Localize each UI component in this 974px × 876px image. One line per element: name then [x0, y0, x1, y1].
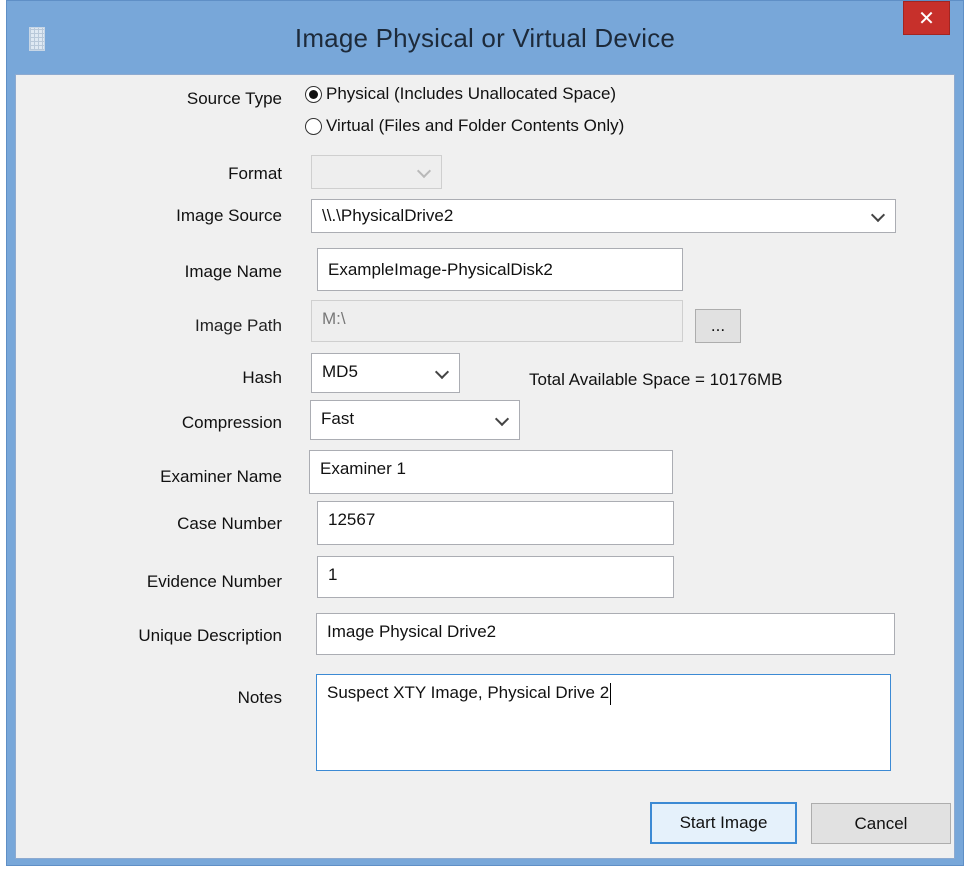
image-name-label: Image Name [184, 262, 282, 281]
notes-value: Suspect XTY Image, Physical Drive 2 [327, 683, 610, 702]
unique-description-input[interactable]: Image Physical Drive2 [316, 613, 895, 655]
image-name-value: ExampleImage-PhysicalDisk2 [328, 259, 553, 279]
dialog-body: Source Type Physical (Includes Unallocat… [15, 74, 955, 859]
browse-button[interactable]: ... [695, 309, 741, 343]
image-path-input[interactable]: M:\ [311, 300, 683, 342]
chevron-down-icon [494, 411, 510, 427]
cancel-label: Cancel [854, 813, 908, 833]
format-label: Format [228, 164, 282, 183]
cancel-button[interactable]: Cancel [811, 803, 951, 844]
chevron-down-icon [434, 364, 450, 380]
format-select[interactable] [311, 155, 442, 189]
image-source-label: Image Source [176, 206, 282, 225]
start-image-label: Start Image [679, 813, 768, 832]
image-path-label: Image Path [195, 316, 282, 335]
hash-value: MD5 [322, 362, 358, 381]
image-source-select[interactable]: \\.\PhysicalDrive2 [311, 199, 896, 233]
window-title: Image Physical or Virtual Device [294, 23, 676, 53]
radio-physical-icon[interactable] [305, 85, 322, 103]
radio-physical[interactable]: Physical (Includes Unallocated Space) [305, 84, 616, 104]
unique-description-value: Image Physical Drive2 [327, 622, 497, 641]
notes-label: Notes [237, 688, 282, 707]
case-number-label: Case Number [177, 514, 282, 533]
browse-button-label: ... [710, 316, 726, 335]
compression-select[interactable]: Fast [310, 400, 520, 440]
compression-label: Compression [181, 413, 282, 432]
close-icon: ✕ [918, 7, 935, 30]
case-number-input[interactable]: 12567 [317, 501, 674, 545]
radio-virtual-label: Virtual (Files and Folder Contents Only) [326, 116, 625, 135]
examiner-name-input[interactable]: Examiner 1 [309, 450, 673, 494]
image-source-value: \\.\PhysicalDrive2 [322, 206, 454, 225]
start-image-button[interactable]: Start Image [650, 802, 797, 844]
examiner-name-value: Examiner 1 [320, 459, 406, 478]
evidence-number-label: Evidence Number [146, 572, 282, 591]
radio-virtual[interactable]: Virtual (Files and Folder Contents Only) [305, 116, 624, 136]
chevron-down-icon [870, 207, 886, 223]
notes-textarea[interactable]: Suspect XTY Image, Physical Drive 2 [316, 674, 891, 771]
evidence-number-value: 1 [328, 565, 338, 584]
image-path-value: M:\ [322, 309, 346, 328]
title-bar[interactable]: Image Physical or Virtual Device ✕ [7, 1, 963, 74]
case-number-value: 12567 [328, 510, 376, 529]
close-button[interactable]: ✕ [903, 1, 950, 35]
available-space-text: Total Available Space = 10176MB [529, 370, 783, 389]
unique-description-label: Unique Description [138, 626, 282, 645]
chevron-down-icon [416, 163, 432, 179]
hash-label: Hash [242, 368, 282, 387]
hash-select[interactable]: MD5 [311, 353, 460, 393]
examiner-name-label: Examiner Name [160, 467, 282, 486]
evidence-number-input[interactable]: 1 [317, 556, 674, 598]
source-type-label: Source Type [186, 89, 282, 108]
image-name-input[interactable]: ExampleImage-PhysicalDisk2 [317, 248, 683, 291]
compression-value: Fast [321, 409, 355, 428]
radio-physical-label: Physical (Includes Unallocated Space) [326, 84, 617, 103]
radio-virtual-icon[interactable] [305, 117, 322, 135]
text-caret [610, 683, 612, 705]
dialog-window: Image Physical or Virtual Device ✕ Sourc… [6, 0, 964, 866]
